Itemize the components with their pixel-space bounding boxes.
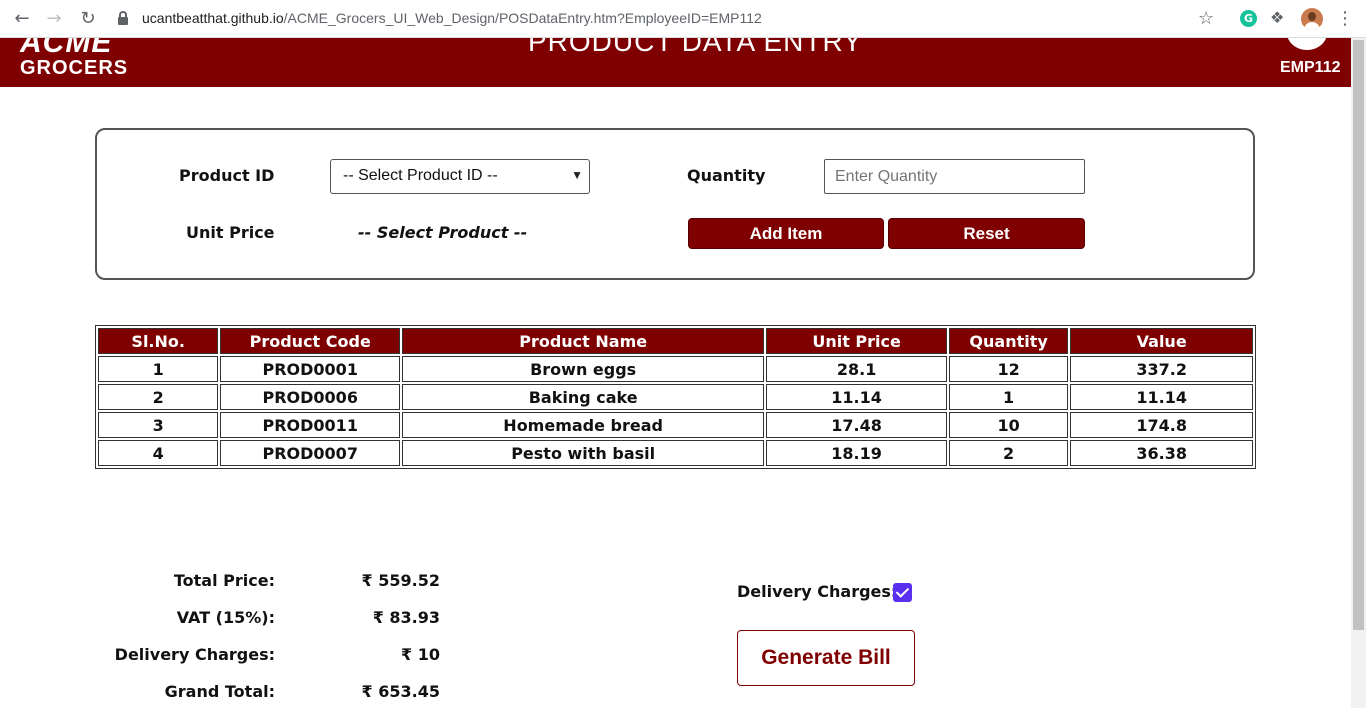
total-price-value: ₹ 559.52 <box>361 571 440 590</box>
product-id-selected: -- Select Product ID -- <box>343 167 498 184</box>
chevron-down-icon: ▼ <box>571 168 583 182</box>
lock-icon[interactable] <box>118 11 128 25</box>
table-cell: 337.2 <box>1070 356 1253 382</box>
table-cell: Homemade bread <box>402 412 765 438</box>
grand-total-label: Grand Total: <box>164 682 275 701</box>
checkmark-icon <box>895 584 910 598</box>
url-path: /ACME_Grocers_UI_Web_Design/POSDataEntry… <box>283 10 762 26</box>
table-cell: Baking cake <box>402 384 765 410</box>
profile-avatar[interactable] <box>1301 8 1323 30</box>
quantity-label: Quantity <box>687 166 766 185</box>
table-cell: Pesto with basil <box>402 440 765 466</box>
scrollbar-thumb[interactable] <box>1353 40 1364 630</box>
column-header: Product Code <box>220 328 401 354</box>
quantity-input[interactable] <box>824 159 1085 194</box>
table-row: 2 PROD0006 Baking cake 11.14 1 11.14 <box>98 384 1253 410</box>
unit-price-label: Unit Price <box>186 223 275 242</box>
column-header: Quantity <box>948 328 1069 354</box>
table-row: 1 PROD0001 Brown eggs 28.1 12 337.2 <box>98 356 1253 382</box>
generate-bill-button[interactable]: Generate Bill <box>737 630 915 686</box>
delivery-charges-checkbox-label: Delivery Charges: <box>737 582 898 601</box>
table-cell: PROD0007 <box>220 440 401 466</box>
table-cell: 12 <box>948 356 1069 382</box>
employee-id: EMP112 <box>1280 59 1341 76</box>
table-cell: 174.8 <box>1070 412 1253 438</box>
table-cell: 36.38 <box>1070 440 1253 466</box>
delivery-charges-label: Delivery Charges: <box>114 645 275 664</box>
extensions-puzzle-icon[interactable]: ❖ <box>1270 8 1284 27</box>
column-header: Unit Price <box>766 328 947 354</box>
column-header: Product Name <box>402 328 765 354</box>
bookmark-star-icon[interactable]: ☆ <box>1198 8 1214 29</box>
page-scrollbar[interactable] <box>1351 38 1366 708</box>
table-cell: 3 <box>98 412 219 438</box>
table-cell: 17.48 <box>766 412 947 438</box>
user-icon[interactable] <box>1287 38 1327 50</box>
total-price-label: Total Price: <box>173 571 275 590</box>
table-cell: 28.1 <box>766 356 947 382</box>
grand-total-value: ₹ 653.45 <box>361 682 440 701</box>
reset-button[interactable]: Reset <box>888 218 1085 249</box>
table-row: 3 PROD0011 Homemade bread 17.48 10 174.8 <box>98 412 1253 438</box>
address-bar[interactable]: ucantbeatthat.github.io/ACME_Grocers_UI_… <box>142 10 762 26</box>
site-header: ACME GROCERS PRODUCT DATA ENTRY EMP112 <box>0 38 1351 87</box>
forward-arrow-icon[interactable]: → <box>42 8 66 30</box>
table-header-row: Sl.No. Product Code Product Name Unit Pr… <box>98 328 1253 354</box>
items-table: Sl.No. Product Code Product Name Unit Pr… <box>95 325 1256 469</box>
table-cell: 1 <box>98 356 219 382</box>
vat-value: ₹ 83.93 <box>372 608 440 627</box>
unit-price-value: -- Select Product -- <box>358 223 528 242</box>
url-host: ucantbeatthat.github.io <box>142 10 284 26</box>
table-cell: 11.14 <box>1070 384 1253 410</box>
table-cell: PROD0011 <box>220 412 401 438</box>
product-id-label: Product ID <box>179 166 275 185</box>
column-header: Value <box>1070 328 1253 354</box>
delivery-charges-value: ₹ 10 <box>401 645 440 664</box>
logo-line2: GROCERS <box>20 57 129 79</box>
table-cell: 2 <box>948 440 1069 466</box>
browser-toolbar: ← → ↻ ucantbeatthat.github.io/ACME_Groce… <box>0 0 1366 38</box>
table-cell: PROD0006 <box>220 384 401 410</box>
column-header: Sl.No. <box>98 328 219 354</box>
page-title: PRODUCT DATA ENTRY <box>528 38 863 57</box>
table-cell: PROD0001 <box>220 356 401 382</box>
table-cell: 18.19 <box>766 440 947 466</box>
browser-menu-icon[interactable]: ⋮ <box>1336 8 1354 29</box>
table-cell: 1 <box>948 384 1069 410</box>
product-entry-form <box>95 128 1255 280</box>
table-cell: 10 <box>948 412 1069 438</box>
table-cell: 4 <box>98 440 219 466</box>
delivery-charges-checkbox[interactable] <box>893 583 912 602</box>
add-item-button[interactable]: Add Item <box>688 218 884 249</box>
table-row: 4 PROD0007 Pesto with basil 18.19 2 36.3… <box>98 440 1253 466</box>
acme-grocers-logo[interactable]: ACME GROCERS <box>20 38 128 78</box>
grammarly-extension-icon[interactable]: G <box>1240 10 1257 27</box>
table-cell: Brown eggs <box>402 356 765 382</box>
table-cell: 2 <box>98 384 219 410</box>
reload-icon[interactable]: ↻ <box>76 8 100 30</box>
table-cell: 11.14 <box>766 384 947 410</box>
back-arrow-icon[interactable]: ← <box>10 8 34 30</box>
product-id-select[interactable]: -- Select Product ID -- ▼ <box>330 159 590 194</box>
vat-label: VAT (15%): <box>176 608 275 627</box>
